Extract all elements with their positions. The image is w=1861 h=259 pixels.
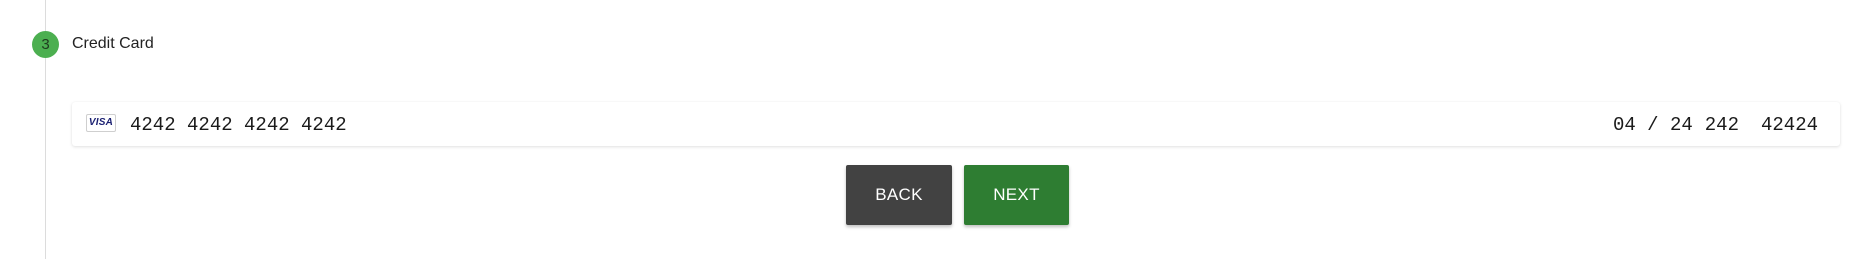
credit-card-field[interactable]: VISA 4242 4242 4242 4242 04 / 24 242 42424 [72, 102, 1840, 146]
checkout-stepper: 3 Credit Card VISA 4242 4242 4242 4242 0… [0, 0, 1861, 259]
card-expiry-input[interactable]: 04 / 24 [1613, 114, 1693, 136]
card-zip-input[interactable]: 42424 [1761, 114, 1818, 136]
step-number-badge: 3 [32, 31, 59, 58]
card-meta-group: 04 / 24 242 42424 [1613, 114, 1818, 136]
card-cvc-input[interactable]: 242 [1705, 114, 1739, 136]
back-button[interactable]: BACK [846, 165, 952, 225]
visa-card-icon: VISA [86, 114, 116, 132]
visa-card-icon-label: VISA [88, 117, 114, 128]
next-button[interactable]: NEXT [964, 165, 1069, 225]
step-title: Credit Card [72, 35, 154, 52]
card-number-input[interactable]: 4242 4242 4242 4242 [130, 114, 347, 136]
